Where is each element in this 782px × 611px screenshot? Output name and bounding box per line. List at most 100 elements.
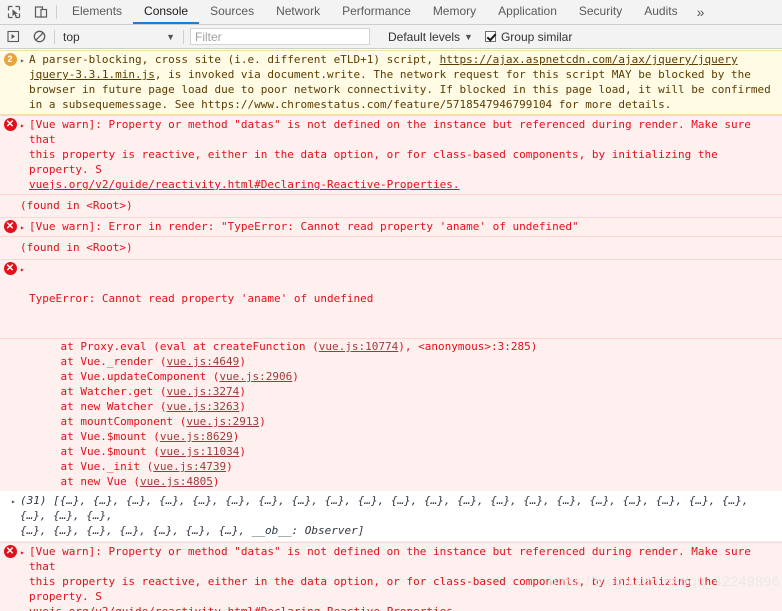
expand-arrow-icon[interactable]: ▸	[0, 493, 20, 508]
tab-label: Performance	[342, 4, 411, 18]
execution-context-value: top	[63, 29, 80, 44]
error-icon: ✕	[3, 545, 17, 558]
source-link[interactable]: vue.js:8629	[160, 430, 233, 443]
source-link[interactable]: vue.js:4739	[153, 460, 226, 473]
console-message-error[interactable]: ✕ ▸ [Vue warn]: Error in render: "TypeEr…	[0, 218, 782, 237]
filter-input[interactable]	[190, 28, 370, 45]
message-gutter: 2	[0, 52, 20, 66]
frame-pre: at new Vue (	[34, 475, 140, 488]
vue-warn-line-2: this property is reactive, either in the…	[29, 148, 725, 176]
expand-arrow-icon[interactable]: ▸	[20, 544, 29, 559]
source-link[interactable]: vue.js:11034	[160, 445, 239, 458]
frame-post: )	[232, 430, 240, 443]
source-link[interactable]: vue.js:2906	[219, 370, 292, 383]
object-preview: (31) [{…}, {…}, {…}, {…}, {…}, {…}, {…},…	[20, 493, 782, 538]
console-message-stacktrace[interactable]: ✕ ▸ TypeError: Cannot read property 'ana…	[0, 260, 782, 339]
tab-performance[interactable]: Performance	[331, 0, 422, 24]
jquery-link-part[interactable]: jquery	[29, 68, 69, 81]
source-link[interactable]: vue.js:2913	[186, 415, 259, 428]
devtools-tabstrip: Elements Console Sources Network Perform…	[0, 0, 782, 25]
console-message-object[interactable]: ▸ (31) [{…}, {…}, {…}, {…}, {…}, {…}, {……	[0, 491, 782, 542]
frame-post: )	[292, 370, 299, 383]
toolbar-divider	[56, 5, 57, 19]
tab-audits[interactable]: Audits	[633, 0, 688, 24]
console-message-warning[interactable]: 2 ▸ A parser-blocking, cross site (i.e. …	[0, 50, 782, 115]
checkbox-icon[interactable]	[484, 31, 496, 42]
execution-context-select[interactable]: top ▼	[61, 30, 181, 44]
console-message-list[interactable]: 2 ▸ A parser-blocking, cross site (i.e. …	[0, 50, 782, 611]
console-message-error[interactable]: ✕ ▸ [Vue warn]: Property or method "data…	[0, 115, 782, 195]
source-link[interactable]: vue.js:4649	[166, 355, 239, 368]
chevron-down-icon: ▼	[166, 31, 175, 42]
tab-label: Application	[498, 4, 557, 18]
vuejs-docs-link[interactable]: vuejs.org/v2/guide/reactivity.html#Decla…	[29, 178, 459, 191]
frame-pre: at new Watcher (	[34, 400, 167, 413]
message-body: [Vue warn]: Property or method "datas" i…	[29, 117, 782, 192]
vue-warn-line-2: this property is reactive, either in the…	[29, 575, 725, 603]
message-body: A parser-blocking, cross site (i.e. diff…	[29, 52, 782, 112]
more-tabs-label: »	[696, 4, 705, 20]
group-similar-label: Group similar	[500, 29, 573, 44]
tab-label: Network	[276, 4, 321, 18]
source-link[interactable]: vue.js:4805	[140, 475, 213, 488]
expand-arrow-icon[interactable]: ▸	[20, 219, 29, 234]
log-levels-label: Default levels	[388, 29, 461, 44]
error-icon: ✕	[3, 220, 17, 233]
message-body: TypeError: Cannot read property 'aname' …	[29, 261, 782, 336]
expand-arrow-icon[interactable]: ▸	[20, 261, 29, 276]
object-line-2: {…}, {…}, {…}, {…}, {…}, {…}, {…}, __ob_…	[20, 524, 365, 537]
message-gutter: ✕	[0, 219, 20, 233]
frame-post: )	[239, 400, 246, 413]
warning-count-badge: 2	[3, 53, 17, 66]
message-gutter: ✕	[0, 544, 20, 558]
tab-sources[interactable]: Sources	[199, 0, 265, 24]
console-filter-bar: top ▼ Default levels ▼ Group similar	[0, 25, 782, 49]
tab-label: Memory	[432, 4, 477, 18]
tab-elements[interactable]: Elements	[61, 0, 133, 24]
jquery-file-link[interactable]: -3.3.1.min.js	[69, 68, 155, 81]
group-similar-toggle[interactable]: Group similar	[484, 29, 573, 44]
stacktrace-header: TypeError: Cannot read property 'aname' …	[29, 292, 374, 305]
live-expression-icon[interactable]	[0, 30, 26, 43]
frame-pre: at Vue.$mount (	[34, 430, 160, 443]
frame-pre: at mountComponent (	[34, 415, 187, 428]
more-tabs-icon[interactable]: »	[689, 0, 713, 24]
tab-console[interactable]: Console	[133, 0, 200, 24]
vue-warn-line-1: [Vue warn]: Property or method "datas" i…	[29, 545, 758, 573]
tab-security[interactable]: Security	[568, 0, 633, 24]
frame-pre: at Watcher.get (	[34, 385, 167, 398]
filterbar-divider-1	[54, 29, 55, 44]
source-link[interactable]: vue.js:10774	[319, 340, 398, 353]
tab-label: Sources	[210, 4, 255, 18]
message-body: [Vue warn]: Error in render: "TypeError:…	[29, 220, 579, 233]
clear-console-icon[interactable]	[26, 30, 52, 43]
message-body: [Vue warn]: Property or method "datas" i…	[29, 544, 782, 611]
tab-memory[interactable]: Memory	[422, 0, 487, 24]
tab-network[interactable]: Network	[265, 0, 331, 24]
inspect-element-icon[interactable]	[0, 0, 27, 24]
error-icon: ✕	[3, 262, 17, 275]
filterbar-divider-2	[183, 29, 184, 44]
log-levels-dropdown[interactable]: Default levels ▼	[388, 30, 473, 44]
jquery-cdn-link[interactable]: https://ajax.aspnetcdn.com/ajax/jquery/j…	[440, 53, 738, 66]
expand-arrow-icon[interactable]: ▸	[20, 52, 29, 67]
message-gutter: ✕	[0, 261, 20, 275]
frame-pre: at Vue._init (	[34, 460, 154, 473]
tab-application[interactable]: Application	[487, 0, 568, 24]
tab-label: Audits	[644, 4, 678, 18]
warning-text-e: message. See https://www.chromestatus.co…	[115, 98, 672, 111]
found-in-root-line: (found in <Root>)	[0, 237, 782, 260]
console-message-error[interactable]: ✕ ▸ [Vue warn]: Property or method "data…	[0, 542, 782, 611]
chevron-down-icon: ▼	[464, 31, 473, 42]
frame-post: )	[259, 415, 266, 428]
vuejs-docs-link[interactable]: vuejs.org/v2/guide/reactivity.html#Decla…	[29, 605, 459, 611]
warning-text-b	[738, 53, 745, 66]
source-link[interactable]: vue.js:3274	[166, 385, 239, 398]
frame-pre: at Vue.updateComponent (	[34, 370, 220, 383]
expand-arrow-icon[interactable]: ▸	[20, 117, 29, 132]
warning-text-a: A parser-blocking, cross site (i.e. diff…	[29, 53, 440, 66]
device-toolbar-icon[interactable]	[27, 0, 54, 24]
vue-warn-line-1: [Vue warn]: Property or method "datas" i…	[29, 118, 758, 146]
source-link[interactable]: vue.js:3263	[166, 400, 239, 413]
stacktrace-frame-list: at Proxy.eval (eval at createFunction (v…	[0, 339, 537, 489]
